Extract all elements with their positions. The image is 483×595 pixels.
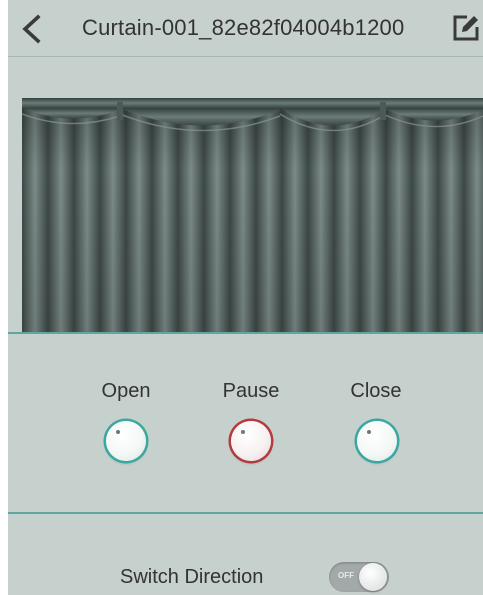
close-control: Close bbox=[331, 380, 421, 406]
curtain-image bbox=[22, 98, 483, 332]
pause-label: Pause bbox=[222, 380, 280, 402]
open-label: Open bbox=[101, 380, 151, 402]
section-divider-top bbox=[8, 332, 483, 334]
pause-button[interactable] bbox=[231, 421, 271, 461]
open-control: Open bbox=[81, 380, 171, 406]
back-icon[interactable] bbox=[18, 14, 46, 44]
pause-button-indicator bbox=[241, 430, 245, 434]
header-divider bbox=[8, 56, 483, 57]
close-label: Close bbox=[350, 380, 402, 402]
edit-icon[interactable] bbox=[452, 14, 480, 42]
page-title: Curtain-001_82e82f04004b1200 bbox=[82, 15, 405, 40]
section-divider-bottom bbox=[8, 512, 483, 514]
close-button[interactable] bbox=[357, 421, 397, 461]
toggle-state-text: OFF bbox=[338, 571, 354, 580]
switch-direction-toggle[interactable]: OFF bbox=[329, 562, 389, 592]
curtain-control-screen: Curtain-001_82e82f04004b1200 Open Pause … bbox=[8, 0, 483, 595]
pause-control: Pause bbox=[206, 380, 296, 406]
close-button-indicator bbox=[367, 430, 371, 434]
toggle-thumb[interactable] bbox=[359, 563, 387, 591]
open-button[interactable] bbox=[106, 421, 146, 461]
header-bar: Curtain-001_82e82f04004b1200 bbox=[8, 0, 483, 57]
switch-direction-label: Switch Direction bbox=[120, 566, 264, 588]
open-button-indicator bbox=[116, 430, 120, 434]
